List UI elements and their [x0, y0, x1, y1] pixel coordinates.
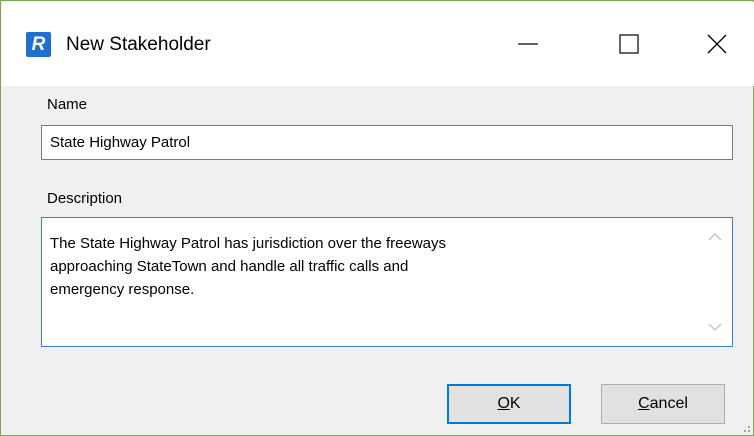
ok-button[interactable]: OK [447, 384, 571, 424]
description-label: Description [47, 190, 123, 207]
new-stakeholder-dialog: R New Stakeholder Name State Highway Pat… [0, 0, 754, 436]
description-text: The State Highway Patrol has jurisdictio… [50, 235, 447, 298]
maximize-button[interactable] [592, 22, 664, 66]
window-title: New Stakeholder [66, 34, 211, 55]
cancel-mnemonic: C [638, 395, 650, 412]
description-scrollbar[interactable] [698, 218, 732, 346]
name-label: Name [47, 96, 88, 113]
ok-mnemonic: O [497, 395, 510, 412]
minimize-button[interactable] [492, 22, 564, 66]
cancel-label-rest: ancel [649, 395, 688, 412]
title-bar[interactable]: R New Stakeholder [2, 2, 754, 86]
close-button[interactable] [680, 22, 752, 66]
minimize-icon [518, 43, 538, 45]
maximize-icon [619, 34, 639, 54]
name-field[interactable]: State Highway Patrol [41, 125, 733, 160]
cancel-button[interactable]: Cancel [601, 384, 725, 424]
app-r-icon: R [26, 32, 51, 57]
close-icon [707, 34, 727, 54]
ok-label-rest: K [509, 395, 521, 412]
description-textarea[interactable]: The State Highway Patrol has jurisdictio… [41, 217, 733, 347]
scroll-up-arrow-icon[interactable] [707, 230, 723, 244]
scroll-down-arrow-icon[interactable] [707, 320, 723, 334]
resize-grip-icon[interactable] [739, 421, 751, 433]
